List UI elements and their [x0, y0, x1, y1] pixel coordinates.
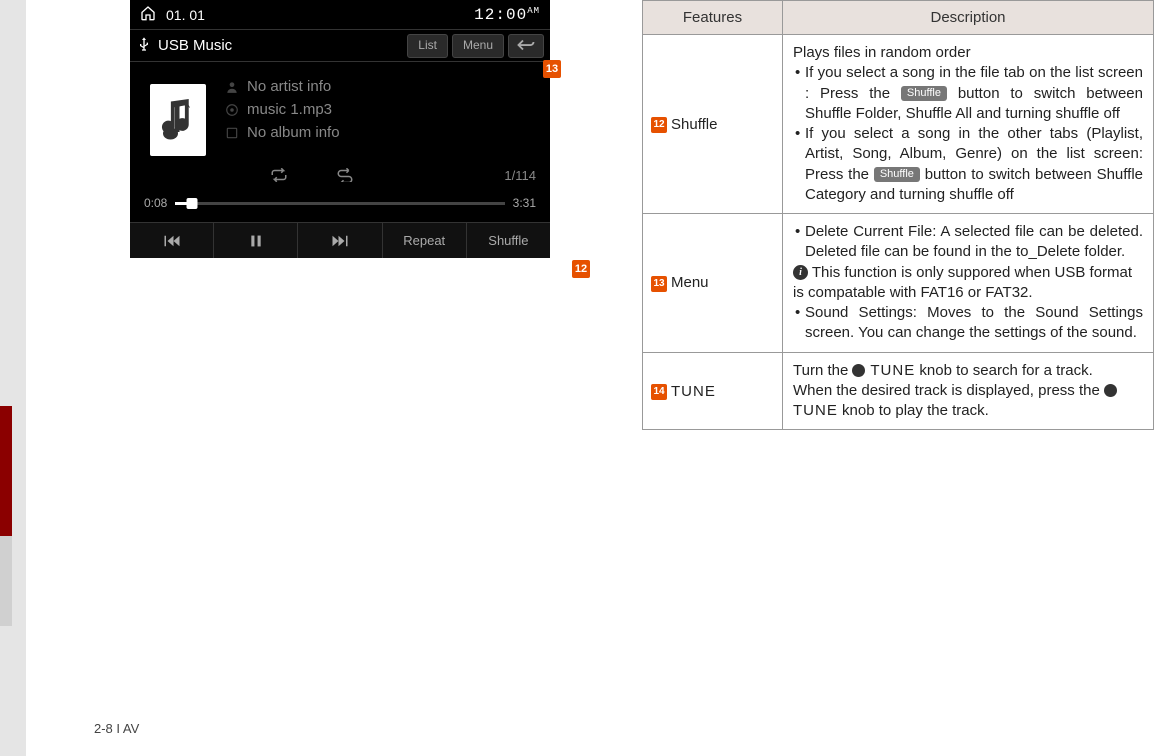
album-art-icon — [150, 84, 206, 156]
repeat-button[interactable]: Repeat — [383, 223, 467, 258]
info-icon: i — [793, 265, 808, 280]
ss-bottom-bar: Repeat Shuffle — [130, 222, 550, 258]
progress-row: 0:08 3:31 — [144, 196, 536, 210]
elapsed-time: 0:08 — [144, 196, 167, 210]
side-accent-grey — [0, 536, 12, 626]
total-time: 3:31 — [513, 196, 536, 210]
usb-icon — [136, 36, 152, 56]
row-shuffle: 12 Shuffle Plays files in random order I… — [643, 35, 1154, 214]
page-number: 2-8 I AV — [94, 721, 139, 736]
row-menu: 13 Menu Delete Current File: A selected … — [643, 214, 1154, 353]
album-icon — [225, 126, 239, 140]
label-tune: TUNE — [671, 382, 716, 402]
list-button[interactable]: List — [407, 34, 448, 58]
desc-tune: Turn the TUNE knob to search for a track… — [783, 352, 1154, 430]
track-icon — [225, 103, 239, 117]
label-shuffle: Shuffle — [671, 115, 717, 135]
mode-icons — [270, 168, 354, 185]
shuffle-pill: Shuffle — [874, 167, 920, 182]
menu-button[interactable]: Menu — [452, 34, 504, 58]
progress-bar[interactable] — [175, 202, 504, 205]
pause-button[interactable] — [214, 223, 298, 258]
ss-time: 12:00AM — [474, 6, 540, 24]
shuffle-lead: Plays files in random order — [793, 43, 1143, 63]
th-features: Features — [643, 1, 783, 35]
ss-topbar: 01. 01 12:00AM — [130, 0, 550, 30]
ss-main: No artist info music 1.mp3 No album info — [130, 62, 550, 222]
back-button[interactable] — [508, 34, 544, 58]
track-count: 1/114 — [504, 168, 536, 183]
desc-shuffle: Plays files in random order If you selec… — [783, 35, 1154, 214]
callout-12: 12 — [572, 260, 590, 278]
loop-icon — [336, 168, 354, 185]
home-icon — [140, 5, 156, 24]
badge-12: 12 — [651, 117, 667, 133]
album-info: No album info — [247, 124, 340, 141]
desc-menu: Delete Current File: A selected file can… — [783, 214, 1154, 353]
features-table: Features Description 12 Shuffle Plays fi… — [642, 0, 1154, 430]
ss-header: USB Music List Menu — [130, 30, 550, 62]
artist-info: No artist info — [247, 78, 331, 95]
shuffle-button[interactable]: Shuffle — [467, 223, 550, 258]
badge-14: 14 — [651, 384, 667, 400]
left-margin — [0, 0, 26, 756]
ss-title: USB Music — [158, 37, 232, 54]
artist-icon — [225, 80, 239, 94]
track-name: music 1.mp3 — [247, 101, 332, 118]
prev-button[interactable] — [130, 223, 214, 258]
shuffle-pill: Shuffle — [901, 86, 947, 101]
badge-13: 13 — [651, 276, 667, 292]
track-info: No artist info music 1.mp3 No album info — [225, 78, 340, 147]
th-description: Description — [783, 1, 1154, 35]
ss-date: 01. 01 — [166, 7, 205, 23]
next-button[interactable] — [298, 223, 382, 258]
knob-icon — [1104, 384, 1117, 397]
label-menu: Menu — [671, 273, 709, 293]
repeat-icon — [270, 168, 288, 185]
usb-music-screenshot: 01. 01 12:00AM USB Music List Menu — [130, 0, 550, 258]
row-tune: 14 TUNE Turn the TUNE knob to search for… — [643, 352, 1154, 430]
side-accent-red — [0, 406, 12, 536]
knob-icon — [852, 364, 865, 377]
callout-13: 13 — [543, 60, 561, 78]
